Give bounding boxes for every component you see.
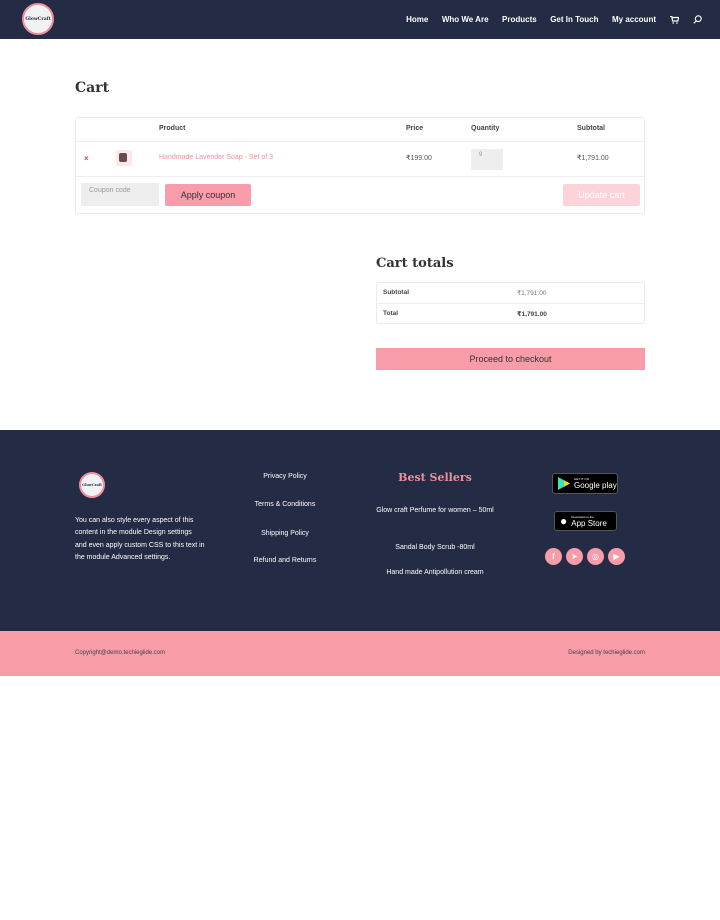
designed-by-text: Designed by techieglide.com <box>568 650 645 656</box>
apple-icon: ● <box>560 514 568 528</box>
youtube-icon[interactable]: ▶ <box>608 548 625 565</box>
coupon-code-input[interactable]: Coupon code <box>81 183 159 206</box>
table-row: × Handmade Lavender Soap - Set of 3 ₹199… <box>76 142 644 177</box>
nav-my-account[interactable]: My account <box>612 15 656 24</box>
update-cart-button[interactable]: Update cart <box>563 184 640 206</box>
app-store-badge[interactable]: ● Download on the App Store <box>554 511 617 531</box>
best-seller-item[interactable]: Sandal Body Scrub -80ml <box>375 542 495 553</box>
main-nav: Home Who We Are Products Get In Touch My… <box>393 0 702 39</box>
site-logo[interactable]: GlowCraft <box>22 3 54 35</box>
subtotal-value: ₹1,791.00 <box>517 290 547 297</box>
total-value: ₹1,791.00 <box>517 311 547 318</box>
footer-link-privacy-policy[interactable]: Privacy Policy <box>235 473 335 480</box>
logo-text: GlowCraft <box>25 16 51 22</box>
telegram-icon[interactable]: ➤ <box>566 548 583 565</box>
quantity-input[interactable]: 9 <box>471 149 503 170</box>
site-header: GlowCraft Home Who We Are Products Get I… <box>0 0 720 39</box>
cart-totals-table: Subtotal ₹1,791.00 Total ₹1,791.00 <box>376 282 645 324</box>
footer-link-refund[interactable]: Refund and Returns <box>235 557 335 564</box>
best-seller-item[interactable]: Hand made Antipollution cream <box>375 567 495 578</box>
bottom-bar: Copyright@demo.techieglide.com Designed … <box>0 631 720 676</box>
footer-link-shipping[interactable]: Shipping Policy <box>235 530 335 537</box>
cart-totals-title: Cart totals <box>376 256 454 271</box>
nav-products[interactable]: Products <box>502 15 537 24</box>
nav-who-we-are[interactable]: Who We Are <box>442 15 489 24</box>
footer-link-terms[interactable]: Terms & Conditions <box>235 501 335 508</box>
item-subtotal: ₹1,791.00 <box>577 155 609 162</box>
site-footer: GlowCraft You can also style every aspec… <box>0 430 720 631</box>
copyright-text: Copyright@demo.techieglide.com <box>75 650 166 656</box>
page-title: Cart <box>75 80 110 96</box>
cart-icon[interactable] <box>670 15 679 24</box>
facebook-icon[interactable]: f <box>545 548 562 565</box>
nav-home[interactable]: Home <box>406 15 428 24</box>
product-thumbnail[interactable] <box>116 150 132 166</box>
item-price: ₹199.00 <box>406 155 432 162</box>
apply-coupon-button[interactable]: Apply coupon <box>165 184 251 206</box>
google-play-icon <box>558 477 570 490</box>
nav-get-in-touch[interactable]: Get In Touch <box>550 15 598 24</box>
best-sellers-title: Best Sellers <box>398 471 472 484</box>
total-label: Total <box>383 310 399 317</box>
google-play-badge[interactable]: GET IT ON Google play <box>552 473 618 494</box>
proceed-to-checkout-button[interactable]: Proceed to checkout <box>376 348 645 370</box>
footer-about-text: You can also style every aspect of this … <box>75 517 205 562</box>
app-store-big-text: App Store <box>571 518 607 528</box>
search-icon[interactable] <box>693 15 702 24</box>
google-play-big-text: Google play <box>574 481 617 490</box>
subtotal-label: Subtotal <box>383 289 409 296</box>
cart-actions: Coupon code Apply coupon Update cart <box>76 177 644 214</box>
header-quantity: Quantity <box>471 125 500 132</box>
remove-item-button[interactable]: × <box>84 154 89 163</box>
cart-table: Product Price Quantity Subtotal × Handma… <box>75 117 645 214</box>
footer-logo-text: GlowCraft <box>82 483 102 487</box>
header-price: Price <box>406 125 424 132</box>
instagram-icon[interactable]: ◎ <box>587 548 604 565</box>
header-subtotal: Subtotal <box>577 125 605 132</box>
header-product: Product <box>159 125 186 132</box>
product-link[interactable]: Handmade Lavender Soap - Set of 3 <box>159 154 273 161</box>
footer-logo[interactable]: GlowCraft <box>79 472 105 498</box>
best-seller-item[interactable]: Glow craft Perfume for women – 50ml <box>375 505 495 516</box>
totals-row-subtotal: Subtotal ₹1,791.00 <box>377 283 644 304</box>
cart-table-header: Product Price Quantity Subtotal <box>76 118 644 142</box>
totals-row-total: Total ₹1,791.00 <box>377 304 644 325</box>
